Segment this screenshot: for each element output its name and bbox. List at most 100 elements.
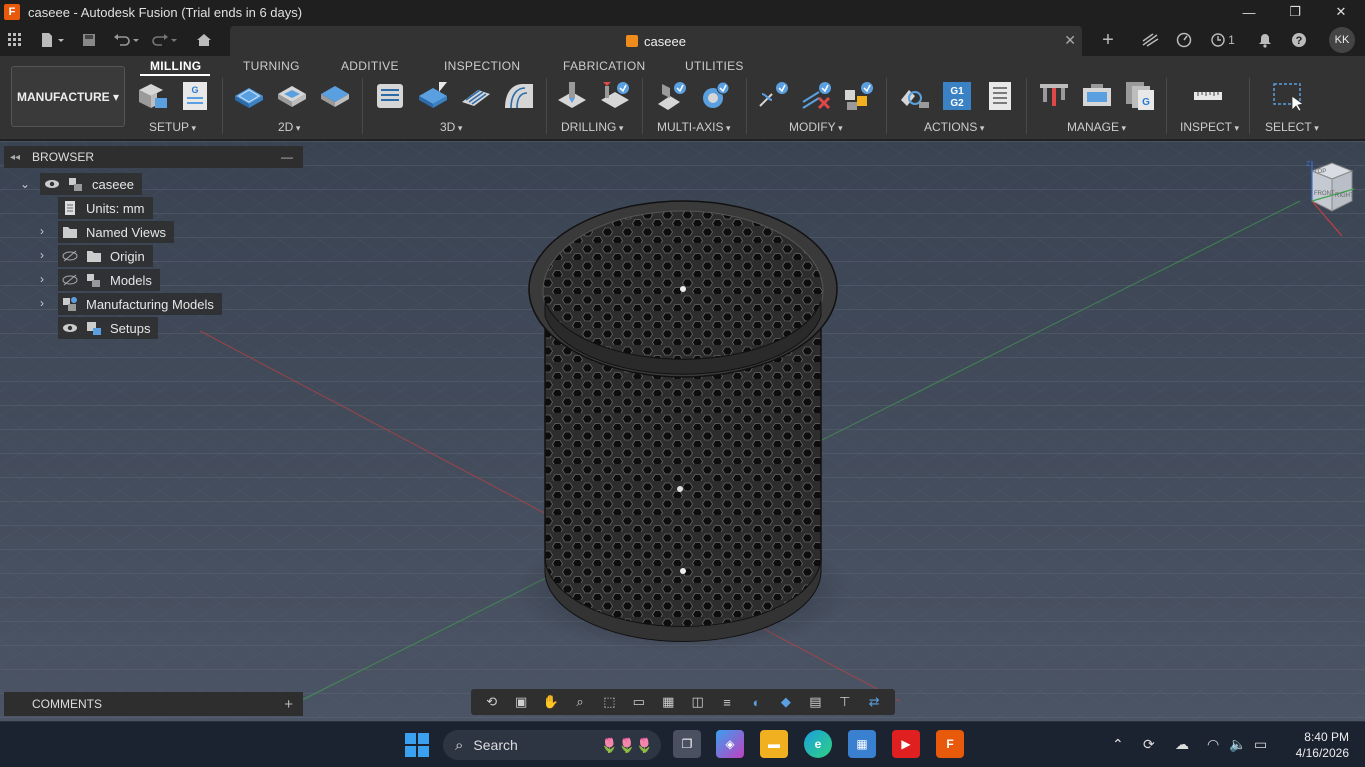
look-at-icon[interactable]: ▣ <box>511 694 531 710</box>
task-view-icon[interactable]: ❐ <box>673 730 701 758</box>
tree-item-units[interactable]: Units: mm <box>58 197 153 219</box>
group-setup[interactable]: SETUP <box>149 120 196 134</box>
help-icon[interactable]: ? <box>1290 30 1308 50</box>
3d-adaptive-icon[interactable] <box>374 80 406 112</box>
redo-icon[interactable] <box>150 30 180 50</box>
data-panel-grid-icon[interactable] <box>7 30 23 50</box>
edge-browser-icon[interactable]: e <box>804 730 832 758</box>
notification-bell-icon[interactable] <box>1256 30 1274 50</box>
tab-fabrication[interactable]: FABRICATION <box>563 59 645 73</box>
delete-toolpath-icon[interactable] <box>801 80 833 112</box>
hole-recognition-icon[interactable] <box>599 80 631 112</box>
template-library-icon[interactable]: G <box>1124 80 1156 112</box>
expand-arrow-icon[interactable]: › <box>40 272 44 286</box>
job-status-icon[interactable] <box>1174 30 1194 50</box>
fit-icon[interactable]: ⬚ <box>599 694 619 710</box>
tab-inspection[interactable]: INSPECTION <box>444 59 520 73</box>
tree-item-models[interactable]: Models <box>58 269 160 291</box>
tab-turning[interactable]: TURNING <box>243 59 300 73</box>
start-button[interactable] <box>404 732 430 758</box>
eye-hidden-icon[interactable] <box>62 272 78 288</box>
youtube-icon[interactable]: ▶ <box>892 730 920 758</box>
sync-icon[interactable]: ⟳ <box>1143 736 1155 753</box>
group-modify[interactable]: MODIFY <box>789 120 843 134</box>
file-menu-icon[interactable] <box>40 30 66 50</box>
3d-parallel-icon[interactable] <box>460 80 492 112</box>
tree-item-origin[interactable]: Origin <box>58 245 153 267</box>
new-tab-button[interactable]: + <box>1098 29 1118 51</box>
browser-header[interactable]: ◂◂ BROWSER — <box>4 146 303 168</box>
measure-icon[interactable] <box>1192 80 1224 112</box>
zoom-icon[interactable]: ⌕ <box>570 694 590 710</box>
post-process-icon[interactable]: G1 G2 <box>941 80 973 112</box>
viewports-icon[interactable]: ◫ <box>688 694 708 710</box>
undo-icon[interactable] <box>112 30 142 50</box>
drill-icon[interactable] <box>556 80 588 112</box>
pattern-icon[interactable] <box>843 80 875 112</box>
pan-hand-icon[interactable]: ✋ <box>541 694 561 710</box>
camera-icon[interactable]: ▤ <box>805 694 825 710</box>
group-inspect[interactable]: INSPECT <box>1180 120 1239 134</box>
store-icon[interactable]: ▦ <box>848 730 876 758</box>
view-cube[interactable]: TOP FRONT RIGHT Z <box>1302 161 1356 241</box>
display-settings-icon[interactable]: ▭ <box>629 694 649 710</box>
wifi-icon[interactable]: ◠ <box>1207 736 1219 753</box>
tab-utilities[interactable]: UTILITIES <box>685 59 744 73</box>
home-icon[interactable] <box>195 30 213 50</box>
section-analysis-icon[interactable]: ≡ <box>717 694 737 710</box>
save-icon[interactable] <box>80 30 98 50</box>
taskbar-clock[interactable]: 8:40 PM 4/16/2026 <box>1296 729 1349 761</box>
jobs-count[interactable]: 1 <box>1208 30 1238 50</box>
machine-library-icon[interactable] <box>1081 80 1113 112</box>
expand-arrow-icon[interactable]: › <box>40 224 44 238</box>
tree-item-root[interactable]: caseee <box>40 173 142 195</box>
add-comment-button[interactable]: + <box>284 696 293 713</box>
collapse-panel-icon[interactable]: ◂◂ <box>10 152 20 163</box>
nc-program-icon[interactable]: G <box>179 80 211 112</box>
tree-item-manufacturing-models[interactable]: Manufacturing Models <box>58 293 222 315</box>
tree-item-setups[interactable]: Setups <box>58 317 159 339</box>
battery-icon[interactable]: ▭ <box>1254 736 1267 753</box>
setup-icon[interactable] <box>137 80 169 112</box>
group-select[interactable]: SELECT <box>1265 120 1319 134</box>
file-explorer-icon[interactable]: ▬ <box>760 730 788 758</box>
browser-collapse-button[interactable]: — <box>281 150 293 164</box>
eye-icon[interactable] <box>44 176 60 192</box>
effects-icon[interactable]: ◐ <box>747 694 767 710</box>
volume-icon[interactable]: 🔈 <box>1229 736 1246 753</box>
grid-settings-icon[interactable]: ▦ <box>658 694 678 710</box>
group-multi-axis[interactable]: MULTI-AXIS <box>657 120 730 134</box>
3d-pocket-icon[interactable] <box>417 80 449 112</box>
extensions-icon[interactable] <box>1140 30 1160 50</box>
tree-item-named-views[interactable]: Named Views <box>58 221 174 243</box>
3d-viewport[interactable]: TOP FRONT RIGHT Z <box>0 141 1365 721</box>
2d-contour-icon[interactable] <box>319 80 351 112</box>
tool-library-icon[interactable] <box>1038 80 1070 112</box>
group-drilling[interactable]: DRILLING <box>561 120 623 134</box>
expand-arrow-icon[interactable]: › <box>40 248 44 262</box>
maximize-button[interactable]: ❐ <box>1272 0 1318 24</box>
2d-face-icon[interactable] <box>233 80 265 112</box>
trim-toolpath-icon[interactable] <box>758 80 790 112</box>
expand-arrow-icon[interactable]: ⌄ <box>20 177 30 191</box>
group-actions[interactable]: ACTIONS <box>924 120 984 134</box>
copilot-icon[interactable]: ◈ <box>716 730 744 758</box>
minimize-button[interactable]: — <box>1226 0 1272 24</box>
comments-panel[interactable]: COMMENTS + <box>4 692 303 716</box>
tab-milling[interactable]: MILLING <box>150 59 201 73</box>
eye-icon[interactable] <box>62 320 78 336</box>
workspace-switcher[interactable]: MANUFACTURE ▾ <box>11 66 125 127</box>
select-window-icon[interactable] <box>1272 80 1304 112</box>
document-tab[interactable]: caseee ✕ <box>230 26 1082 56</box>
close-window-button[interactable]: ✕ <box>1318 0 1364 24</box>
tray-overflow-icon[interactable]: ⌃ <box>1112 736 1124 753</box>
setup-sheet-icon[interactable] <box>984 80 1016 112</box>
stock-simulation-icon[interactable]: ⇄ <box>864 694 884 710</box>
fusion-taskbar-icon[interactable]: F <box>936 730 964 758</box>
object-visibility-icon[interactable]: ◆ <box>776 694 796 710</box>
user-avatar[interactable]: KK <box>1329 27 1355 53</box>
rotary-icon[interactable] <box>699 80 731 112</box>
eye-hidden-icon[interactable] <box>62 248 78 264</box>
taskbar-search[interactable]: ⌕ Search 🌷🌷🌷 <box>443 730 661 760</box>
orbit-icon[interactable]: ⟲ <box>482 694 502 710</box>
